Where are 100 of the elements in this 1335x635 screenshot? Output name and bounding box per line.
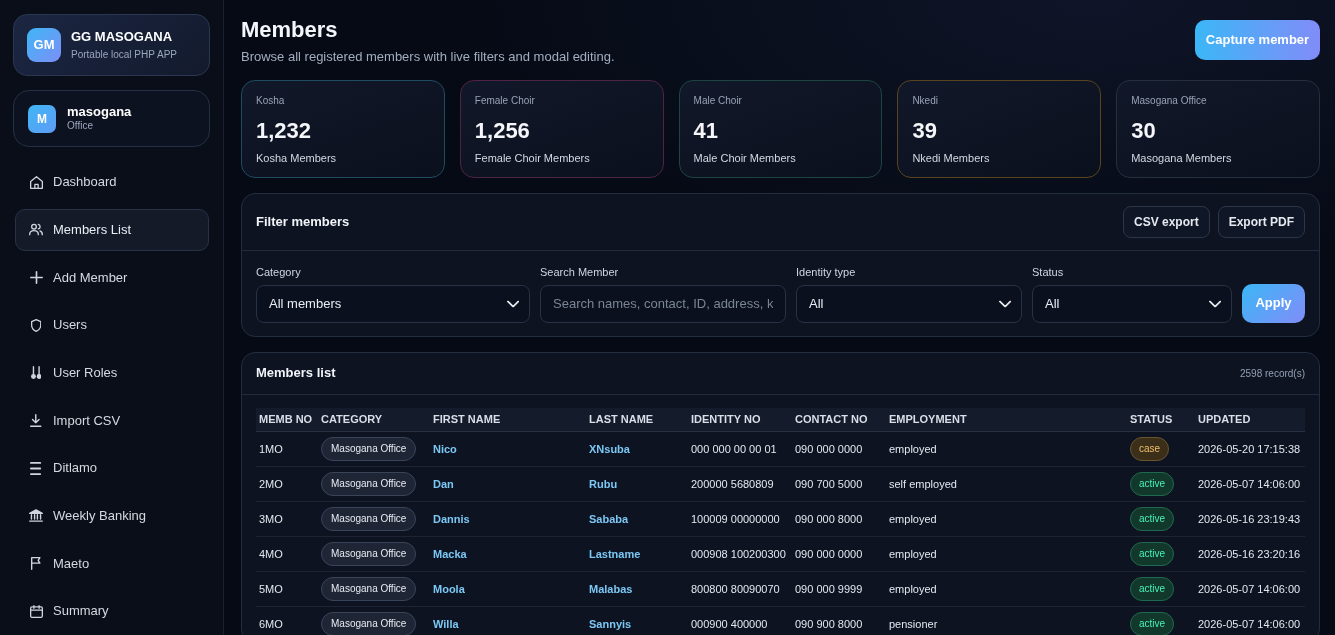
category-tag: Masogana Office (321, 577, 417, 602)
stat-value: 39 (912, 116, 938, 145)
status-badge: active (1130, 542, 1175, 567)
export-button[interactable]: CSV export (1122, 205, 1210, 238)
employment-text: employed (886, 501, 1127, 537)
last-name-link[interactable]: Lastname (589, 547, 641, 560)
brand-title: GG MASOGANA (71, 29, 174, 46)
identity-number: 000 000 00 00 01 (688, 431, 792, 467)
nav-item[interactable]: Add Member (15, 256, 209, 299)
last-name-link[interactable]: Rubu (589, 477, 618, 490)
member-number: 6MO (256, 606, 318, 635)
category-tag: Masogana Office (321, 542, 417, 567)
column-header: EMPLOYMENT (886, 407, 1127, 432)
brand-logo: GM (27, 28, 61, 62)
nav-item[interactable]: Import CSV (15, 399, 209, 442)
nav-item[interactable]: Maeto (15, 542, 209, 585)
nav-item[interactable]: Summary (15, 590, 209, 633)
nav-item[interactable]: User Roles (15, 351, 209, 394)
employment-text: employed (886, 431, 1127, 467)
stat-label: Nkedi (912, 93, 939, 108)
stat-value: 1,232 (256, 116, 313, 145)
column-header: LAST NAME (586, 407, 688, 432)
member-number: 5MO (256, 571, 318, 607)
status-badge: active (1130, 612, 1175, 635)
member-number: 2MO (256, 466, 318, 502)
nav-item[interactable]: Ditlamo (15, 447, 209, 490)
nav-item[interactable]: Members List (15, 208, 209, 251)
house-icon (29, 175, 43, 189)
first-name-link[interactable]: Macka (433, 547, 467, 560)
bank-icon (29, 509, 43, 523)
identity-number: 000908 100200300 (688, 536, 792, 572)
user-name: masogana (67, 104, 132, 121)
stat-caption: Male Choir Members (693, 150, 797, 166)
stat-label: Masogana Office (1131, 93, 1208, 108)
calendar-icon (29, 604, 43, 618)
select-field[interactable]: All members (256, 284, 530, 323)
first-name-link[interactable]: Nico (433, 442, 457, 455)
stat-value: 30 (1131, 116, 1157, 145)
updated-timestamp: 2026-05-07 14:06:00 (1195, 606, 1305, 635)
employment-text: self employed (886, 466, 1127, 502)
status-badge: active (1130, 577, 1175, 602)
column-header: UPDATED (1195, 407, 1305, 432)
download-icon (30, 413, 42, 427)
category-tag: Masogana Office (321, 507, 417, 532)
last-name-link[interactable]: Sannyis (589, 617, 632, 630)
page-title: Members (241, 16, 339, 44)
identity-number: 200000 5680809 (688, 466, 792, 502)
first-name-link[interactable]: Moola (433, 582, 465, 595)
contact-number: 090 000 9999 (792, 571, 886, 607)
page-subtitle: Browse all registered members with live filters and modal editing. (241, 47, 615, 66)
search-field[interactable]: Search names, contact, ID, address, k (540, 284, 786, 323)
updated-timestamp: 2026-05-07 14:06:00 (1195, 466, 1305, 502)
updated-timestamp: 2026-05-07 14:06:00 (1195, 571, 1305, 607)
nav-item[interactable]: Dashboard (15, 161, 209, 203)
stat-caption: Kosha Members (256, 150, 338, 166)
first-name-link[interactable]: Willa (433, 617, 459, 630)
stat-caption: Female Choir Members (474, 150, 591, 166)
field-label: Search Member (540, 264, 620, 279)
employment-text: employed (886, 571, 1127, 607)
brand-subtitle: Portable local PHP APP (71, 47, 177, 61)
last-name-link[interactable]: XNsuba (589, 442, 630, 455)
category-tag: Masogana Office (321, 437, 417, 462)
user-avatar: M (28, 104, 56, 133)
plus-icon (29, 270, 43, 284)
last-name-link[interactable]: Malabas (589, 582, 633, 595)
pin-pair-icon (30, 366, 42, 380)
stat-value: 1,256 (474, 116, 531, 145)
column-header: STATUS (1127, 407, 1195, 432)
column-header: FIRST NAME (430, 407, 586, 432)
last-name-link[interactable]: Sababa (589, 512, 629, 525)
nav-item[interactable]: Weekly Banking (15, 494, 209, 537)
shield-icon (30, 318, 42, 332)
chevron-down-icon (1208, 300, 1221, 308)
list-icon (30, 461, 42, 475)
field-label: Status (1032, 264, 1065, 279)
first-name-link[interactable]: Dan (433, 477, 454, 490)
member-number: 4MO (256, 536, 318, 572)
column-header: CONTACT NO (792, 407, 886, 432)
updated-timestamp: 2026-05-16 23:20:16 (1195, 536, 1305, 572)
column-header: CATEGORY (318, 407, 430, 432)
select-field[interactable]: All (796, 284, 1022, 323)
field-label: Category (256, 264, 302, 279)
identity-number: 100009 00000000 (688, 501, 792, 537)
first-name-link[interactable]: Dannis (433, 512, 470, 525)
contact-number: 090 900 8000 (792, 606, 886, 635)
user-role: Office (67, 120, 94, 133)
stat-label: Male Choir (693, 93, 743, 108)
employment-text: employed (886, 536, 1127, 572)
nav-item[interactable]: Users (15, 304, 209, 347)
stat-value: 41 (693, 116, 720, 145)
status-badge: active (1130, 472, 1175, 497)
flag-icon (31, 557, 41, 570)
category-tag: Masogana Office (321, 612, 417, 635)
employment-text: pensioner (886, 606, 1127, 635)
field-label: Identity type (796, 264, 857, 279)
updated-timestamp: 2026-05-20 17:15:38 (1195, 431, 1305, 467)
contact-number: 090 000 0000 (792, 431, 886, 467)
export-button[interactable]: Export PDF (1217, 205, 1305, 238)
stat-label: Female Choir (474, 93, 536, 108)
select-field[interactable]: All (1032, 284, 1232, 323)
